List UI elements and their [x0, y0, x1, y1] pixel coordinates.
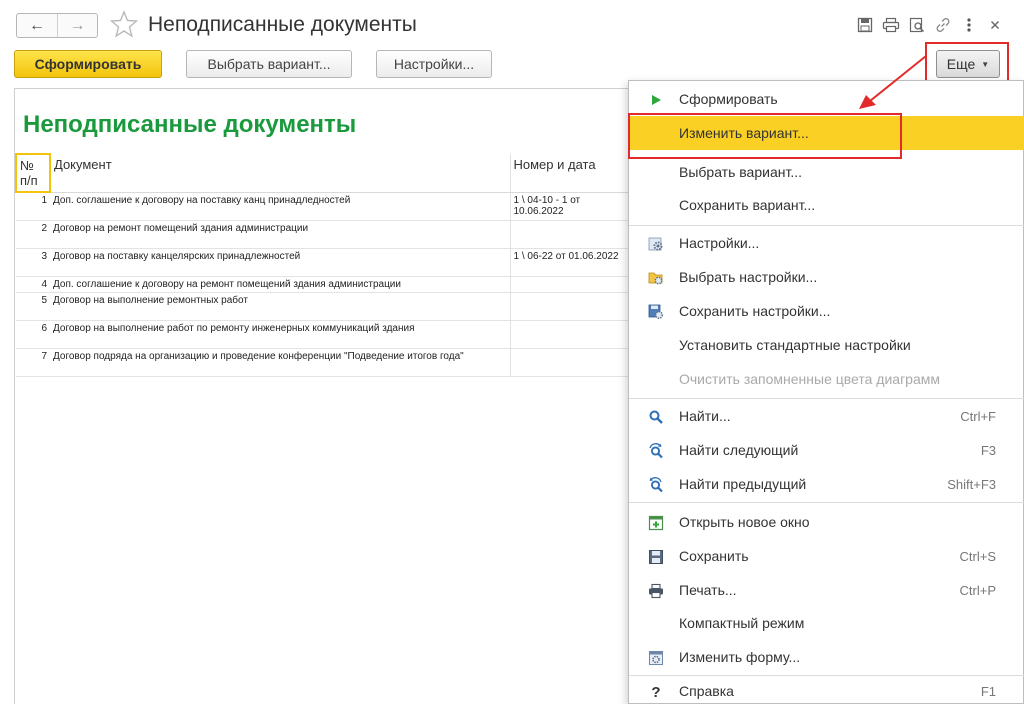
cell-number-date: [510, 220, 630, 249]
more-actions-icon[interactable]: [956, 14, 982, 36]
more-dropdown-menu: Сформировать Изменить вариант... Выбрать…: [628, 80, 1024, 704]
cell-number-date: 1 \ 04-10 - 1 от 10.06.2022: [510, 192, 630, 221]
cell-document: Договор на выполнение ремонтных работ: [50, 292, 511, 321]
menu-item-find-next[interactable]: Найти следующий F3: [629, 433, 1024, 467]
printer-icon: [647, 582, 665, 600]
menu-item-generate[interactable]: Сформировать: [629, 82, 1024, 116]
choose-variant-button[interactable]: Выбрать вариант...: [186, 50, 352, 78]
floppy-icon: [647, 548, 665, 566]
window-toolbar-icons: [852, 14, 1008, 36]
preview-icon[interactable]: [904, 14, 930, 36]
find-previous-icon: [647, 476, 665, 494]
cell-number: 2: [16, 220, 50, 249]
menu-item-print[interactable]: Печать... Ctrl+P: [629, 573, 1024, 607]
column-header-number-date[interactable]: Номер и дата: [510, 154, 630, 193]
form-settings-icon: [647, 649, 665, 667]
forward-arrow-icon[interactable]: →: [57, 14, 97, 37]
column-header-number[interactable]: № п/п: [15, 153, 51, 193]
menu-item-find-previous[interactable]: Найти предыдущий Shift+F3: [629, 467, 1024, 501]
cell-document: Договор подряда на организацию и проведе…: [50, 348, 511, 377]
cell-document: Доп. соглашение к договору на ремонт пом…: [50, 276, 511, 293]
menu-item-change-form[interactable]: Изменить форму...: [629, 640, 1024, 674]
close-icon[interactable]: [982, 14, 1008, 36]
report-title: Неподписанные документы: [23, 111, 357, 138]
find-next-icon: [647, 442, 665, 460]
settings-gear-icon: [647, 235, 665, 253]
menu-item-set-standard-settings[interactable]: Установить стандартные настройки: [629, 328, 1024, 362]
cell-number: 6: [16, 320, 50, 349]
save-icon[interactable]: [852, 14, 878, 36]
cell-number: 1: [16, 192, 50, 221]
menu-item-choose-settings[interactable]: Выбрать настройки...: [629, 260, 1024, 294]
menu-item-save-settings[interactable]: Сохранить настройки...: [629, 294, 1024, 328]
back-arrow-icon[interactable]: ←: [17, 14, 57, 37]
menu-item-settings[interactable]: Настройки...: [629, 226, 1024, 260]
cell-number-date: [510, 348, 630, 377]
cell-document: Договор на выполнение работ по ремонту и…: [50, 320, 511, 349]
new-window-icon: [647, 514, 665, 532]
menu-item-open-new-window[interactable]: Открыть новое окно: [629, 505, 1024, 539]
annotation-highlight-change-variant: [628, 113, 902, 159]
settings-button[interactable]: Настройки...: [376, 50, 492, 78]
cell-document: Договор на ремонт помещений здания админ…: [50, 220, 511, 249]
save-gear-icon: [647, 303, 665, 321]
folder-gear-icon: [647, 269, 665, 287]
cell-number-date: 1 \ 06-22 от 01.06.2022: [510, 248, 630, 277]
print-icon[interactable]: [878, 14, 904, 36]
menu-item-choose-variant[interactable]: Выбрать вариант...: [629, 155, 1024, 189]
cell-number: 4: [16, 276, 50, 293]
help-icon: ?: [651, 683, 661, 701]
menu-item-find[interactable]: Найти... Ctrl+F: [629, 399, 1024, 433]
title-bar: ← → Неподписанные документы: [0, 0, 1024, 46]
column-header-document[interactable]: Документ: [50, 154, 511, 193]
window-title: Неподписанные документы: [148, 13, 417, 36]
cell-number-date: [510, 320, 630, 349]
cell-number-date: [510, 292, 630, 321]
cell-number-date: [510, 276, 630, 293]
play-icon: [647, 91, 665, 109]
menu-item-save-variant[interactable]: Сохранить вариант...: [629, 188, 1024, 222]
menu-item-clear-chart-colors: Очистить запомненные цвета диаграмм: [679, 371, 941, 387]
menu-item-compact-mode[interactable]: Компактный режим: [629, 606, 1024, 640]
cell-number: 3: [16, 248, 50, 277]
menu-item-save[interactable]: Сохранить Ctrl+S: [629, 539, 1024, 573]
cell-document: Доп. соглашение к договору на поставку к…: [50, 192, 511, 221]
generate-button[interactable]: Сформировать: [14, 50, 162, 78]
navigation-buttons: ← →: [16, 13, 98, 38]
search-icon: [647, 408, 665, 426]
cell-number: 5: [16, 292, 50, 321]
menu-item-help[interactable]: ? Справка F1: [629, 674, 1024, 704]
cell-document: Договор на поставку канцелярских принадл…: [50, 248, 511, 277]
menu-separator: [629, 502, 1024, 503]
link-icon[interactable]: [930, 14, 956, 36]
cell-number: 7: [16, 348, 50, 377]
favorite-star-icon[interactable]: [109, 10, 139, 38]
